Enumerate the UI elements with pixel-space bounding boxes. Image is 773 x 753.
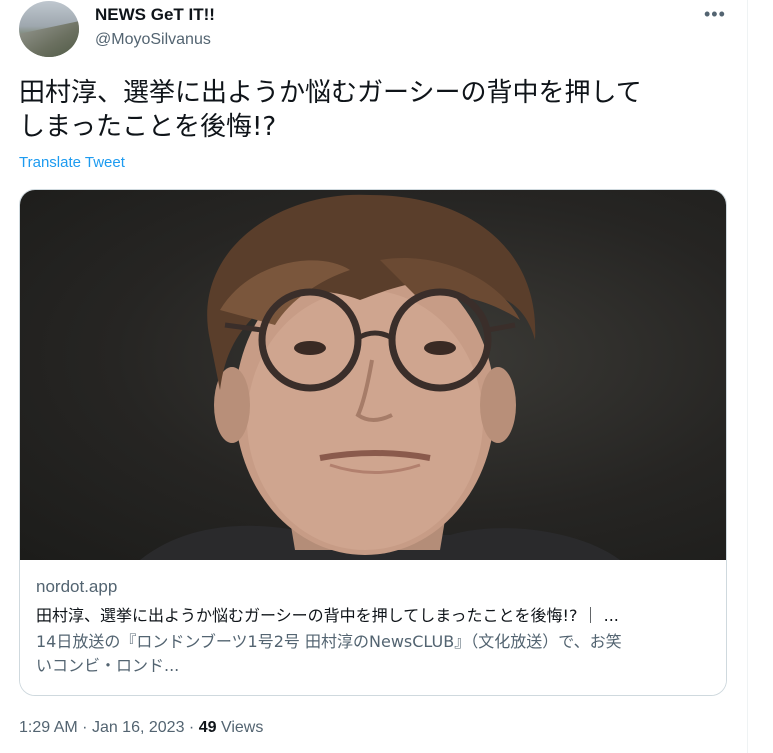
meta-separator: ·: [82, 719, 88, 736]
tweet-text-line2: しまったことを後悔!?: [19, 112, 277, 142]
tweet-text: 田村淳、選挙に出ようか悩むガーシーの背中を押して しまったことを後悔!?: [19, 76, 719, 144]
translate-tweet-link[interactable]: Translate Tweet: [19, 154, 125, 171]
card-domain: nordot.app: [36, 577, 118, 596]
card-body[interactable]: nordot.app 田村淳、選挙に出ようか悩むガーシーの背中を押してしまったこ…: [20, 560, 726, 695]
timeline-border: [747, 0, 748, 753]
link-card[interactable]: nordot.app 田村淳、選挙に出ようか悩むガーシーの背中を押してしまったこ…: [19, 189, 727, 696]
more-dots-icon[interactable]: •••: [704, 4, 726, 25]
card-title: 田村淳、選挙に出ようか悩むガーシーの背中を押してしまったことを後悔!? ｜ ..…: [36, 606, 619, 625]
author-handle[interactable]: @MoyoSilvanus: [95, 31, 211, 49]
avatar[interactable]: [19, 1, 79, 57]
meta-separator: ·: [188, 719, 195, 736]
views-count[interactable]: 49: [199, 719, 217, 736]
author-name[interactable]: NEWS GeT IT!!: [95, 5, 215, 25]
portrait-illustration: [140, 194, 620, 560]
tweet-text-line1: 田村淳、選挙に出ようか悩むガーシーの背中を押して: [19, 78, 642, 108]
views-label[interactable]: Views: [221, 719, 263, 736]
card-description-line2: いコンビ・ロンド...: [36, 656, 180, 675]
tweet-time[interactable]: 1:29 AM: [19, 719, 78, 736]
tweet-date[interactable]: Jan 16, 2023: [92, 719, 185, 736]
tweet-meta: 1:29 AM · Jan 16, 2023 · 49 Views: [19, 719, 263, 737]
card-image[interactable]: [20, 190, 726, 560]
card-description: 14日放送の『ロンドンブーツ1号2号 田村淳のNewsCLUB』（文化放送）で、…: [36, 630, 716, 678]
card-description-line1: 14日放送の『ロンドンブーツ1号2号 田村淳のNewsCLUB』（文化放送）で、…: [36, 632, 622, 651]
